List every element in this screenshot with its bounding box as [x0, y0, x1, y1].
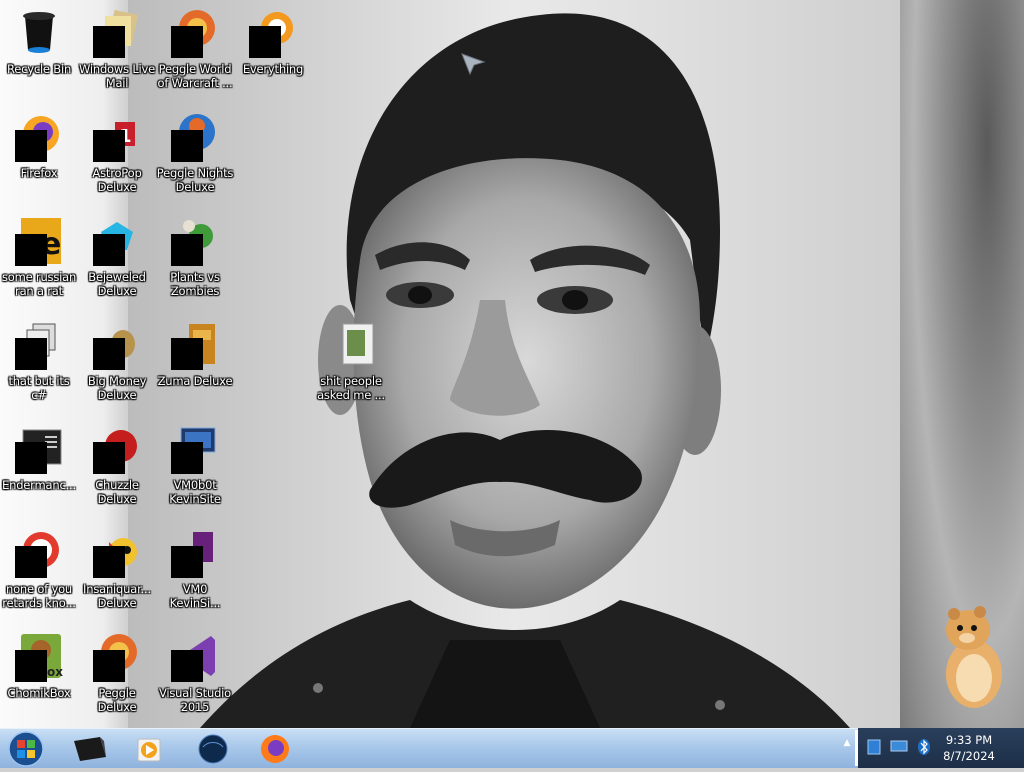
- desktop-icon-vm0-kevinsite[interactable]: VM0 KevinSi...: [156, 524, 234, 620]
- start-button[interactable]: [4, 730, 48, 768]
- svg-text:ox: ox: [47, 665, 63, 679]
- desktop-icon-peggle-deluxe[interactable]: Peggle Deluxe: [78, 628, 156, 724]
- icon-label: Insaniquar... Deluxe: [83, 582, 151, 610]
- fish-icon: [93, 528, 141, 578]
- icon-label: Big Money Deluxe: [87, 374, 147, 402]
- peggle-icon: [93, 632, 141, 682]
- desktop-icon-chuzzle-deluxe[interactable]: Chuzzle Deluxe: [78, 420, 156, 516]
- mouse-cursor-icon: [461, 53, 486, 76]
- desktop-icon-peggle-world-of-warcraft[interactable]: Peggle World of Warcraft ...: [156, 4, 234, 100]
- vs-project-icon: [171, 528, 219, 578]
- icon-label: Endermanc...: [2, 478, 76, 492]
- globe-icon: [198, 734, 228, 764]
- bluetooth-icon[interactable]: [916, 738, 932, 756]
- show-hidden-icons-button[interactable]: ▲: [840, 738, 854, 758]
- file-icon: e: [15, 216, 63, 266]
- money-icon: [93, 320, 141, 370]
- icon-label: Windows Live Mail: [78, 62, 156, 90]
- display-icon[interactable]: [890, 740, 908, 754]
- icon-label: Plants vs Zombies: [170, 270, 220, 298]
- peggle-icon: [171, 8, 219, 58]
- icon-label: that but its c#: [8, 374, 70, 402]
- recycle-bin-icon: [15, 8, 63, 56]
- peggle-nights-icon: [171, 112, 219, 162]
- chuzzle-icon: [93, 424, 141, 474]
- taskbar-firefox-button[interactable]: [250, 731, 300, 767]
- desktop-icon-big-money-deluxe[interactable]: Big Money Deluxe: [78, 316, 156, 412]
- icon-label: shit people asked me ...: [317, 374, 385, 402]
- shortcut-icon: [15, 320, 63, 370]
- window-app-icon: [15, 424, 63, 474]
- desktop-icon-windows-live-mail[interactable]: Windows Live Mail: [78, 4, 156, 100]
- icon-label: Visual Studio 2015: [158, 686, 231, 714]
- desktop-icon-peggle-nights-deluxe[interactable]: Peggle Nights Deluxe: [156, 108, 234, 204]
- taskbar-globe-button[interactable]: [188, 731, 238, 767]
- icon-label: AstroPop Deluxe: [92, 166, 142, 194]
- mail-icon: [93, 8, 141, 58]
- desktop-icon-chomikbox[interactable]: ox ChomikBox: [0, 628, 78, 724]
- media-player-icon: [137, 738, 161, 762]
- icon-label: VM0b0t KevinSite: [169, 478, 221, 506]
- desktop-icon-some-russian-ran-a-rat[interactable]: e some russian ran a rat: [0, 212, 78, 308]
- astropop-icon: 1: [93, 112, 141, 162]
- icon-label: Peggle World of Warcraft ...: [157, 62, 233, 90]
- desktop-icon-firefox[interactable]: Firefox: [0, 108, 78, 204]
- folder-icon: [327, 320, 375, 368]
- app-icon: [74, 737, 106, 761]
- desktop-icon-that-but-its-csharp[interactable]: that but its c#: [0, 316, 78, 412]
- clock-time: 9:33 PM: [945, 733, 993, 747]
- icon-label: Firefox: [20, 166, 58, 180]
- icon-label: some russian ran a rat: [1, 270, 77, 298]
- desktop-icon-astropop-deluxe[interactable]: 1 AstroPop Deluxe: [78, 108, 156, 204]
- hamster-pet-icon[interactable]: [940, 604, 1006, 710]
- taskbar-app-button[interactable]: [64, 731, 114, 767]
- search-everything-icon: [249, 8, 297, 58]
- icon-label: none of you retards kno...: [2, 582, 76, 610]
- desktop-icon-vm0b0t-kevinsite[interactable]: VM0b0t KevinSite: [156, 420, 234, 516]
- icon-label: Peggle Deluxe: [97, 686, 137, 714]
- icon-label: ChomikBox: [7, 686, 71, 700]
- desktop-icon-everything[interactable]: Everything: [234, 4, 312, 100]
- desktop-icon-insaniquarium-deluxe[interactable]: Insaniquar... Deluxe: [78, 524, 156, 620]
- icon-label: VM0 KevinSi...: [169, 582, 221, 610]
- gem-icon: [93, 216, 141, 266]
- firefox-icon: [15, 112, 63, 162]
- icon-label: Peggle Nights Deluxe: [156, 166, 234, 194]
- desktop-icon-none-of-you-retards[interactable]: none of you retards kno...: [0, 524, 78, 620]
- desktop-icon-bejeweled-deluxe[interactable]: Bejeweled Deluxe: [78, 212, 156, 308]
- taskbar-media-player-button[interactable]: [124, 731, 174, 767]
- desktop-icon-shit-people-asked-me[interactable]: shit people asked me ...: [312, 316, 390, 412]
- network-icon[interactable]: [866, 738, 882, 756]
- zuma-icon: [171, 320, 219, 370]
- icon-label: Zuma Deluxe: [157, 374, 233, 388]
- desktop-icon-visual-studio-2015[interactable]: Visual Studio 2015: [156, 628, 234, 724]
- vm-icon: [171, 424, 219, 474]
- desktop-icon-endermanc[interactable]: Endermanc...: [0, 420, 78, 516]
- desktop-icon-zuma-deluxe[interactable]: Zuma Deluxe: [156, 316, 234, 412]
- plant-icon: [171, 216, 219, 266]
- chomikbox-icon: ox: [15, 632, 63, 682]
- browser-icon: [15, 528, 63, 578]
- icon-label: Recycle Bin: [6, 62, 72, 76]
- icon-label: Bejeweled Deluxe: [88, 270, 146, 298]
- icon-label: Everything: [242, 62, 304, 76]
- firefox-icon: [261, 735, 289, 763]
- visual-studio-icon: [171, 632, 219, 682]
- clock-date: 8/7/2024: [943, 749, 995, 763]
- desktop-icon-plants-vs-zombies[interactable]: Plants vs Zombies: [156, 212, 234, 308]
- taskbar-clock[interactable]: 9:33 PM 8/7/2024: [934, 732, 1004, 764]
- desktop-icon-recycle-bin[interactable]: Recycle Bin: [0, 4, 78, 100]
- icon-label: Chuzzle Deluxe: [95, 478, 139, 506]
